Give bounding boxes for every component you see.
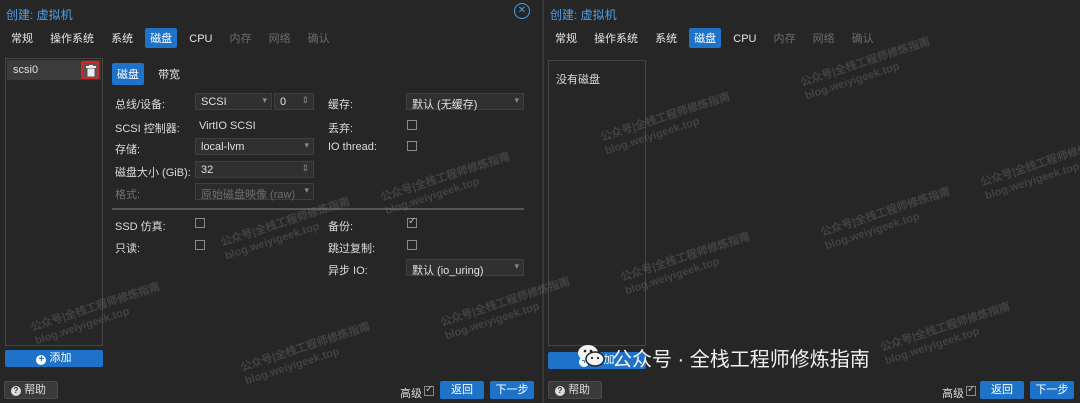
spinner-icon: ⇕ <box>301 95 309 105</box>
wizard-tabs: 常规 操作系统 系统 磁盘 CPU 内存 网络 确认 <box>6 28 339 48</box>
bus-label: 总线/设备: <box>115 99 166 111</box>
skip-replication-label: 跳过复制: <box>328 243 376 255</box>
help-label: 帮助 <box>24 384 47 396</box>
ssd-checkbox[interactable] <box>195 218 205 228</box>
tab-cpu[interactable]: CPU <box>184 31 217 47</box>
bottom-watermark: 公众号 · 全栈工程师修炼指南 <box>578 343 870 372</box>
iothread-checkbox[interactable] <box>407 141 417 151</box>
tab-memory: 内存 <box>773 33 796 45</box>
discard-checkbox[interactable] <box>407 120 417 130</box>
back-button[interactable]: 返回 <box>980 381 1024 399</box>
iothread-label: IO thread: <box>328 141 377 153</box>
bottom-watermark-text: 公众号 · 全栈工程师修炼指南 <box>612 349 870 371</box>
storage-label: 存储: <box>115 144 141 156</box>
advanced-checkbox[interactable] <box>966 384 976 396</box>
help-label: 帮助 <box>568 384 591 396</box>
spinner-icon: ⇕ <box>301 163 309 173</box>
tab-disks[interactable]: 磁盘 <box>689 28 722 48</box>
dialog-title: 创建: 虚拟机 <box>550 8 617 22</box>
back-button[interactable]: 返回 <box>440 381 484 399</box>
discard-label: 丢弃: <box>328 123 354 135</box>
tab-disks[interactable]: 磁盘 <box>145 28 178 48</box>
cache-select[interactable]: 默认 (无缓存) ▾ <box>406 93 524 111</box>
trash-icon <box>86 65 96 77</box>
add-disk-button[interactable]: + 添加 <box>5 350 103 367</box>
tab-system[interactable]: 系统 <box>650 28 682 48</box>
tab-memory: 内存 <box>229 33 252 45</box>
tab-confirm: 确认 <box>851 33 874 45</box>
async-io-value: 默认 (io_uring) <box>412 265 484 277</box>
tab-network: 网络 <box>812 33 835 45</box>
next-button[interactable]: 下一步 <box>1030 381 1074 399</box>
tab-general[interactable]: 常规 <box>550 28 582 48</box>
chevron-down-icon: ▾ <box>514 261 519 271</box>
disk-item-label: scsi0 <box>13 64 39 76</box>
chevron-down-icon: ▾ <box>262 95 267 105</box>
storage-value: local-lvm <box>201 141 245 153</box>
chevron-down-icon: ▾ <box>304 185 309 195</box>
advanced-checkbox[interactable] <box>424 384 434 396</box>
create-vm-dialog-left: 创建: 虚拟机 ✕ 常规 操作系统 系统 磁盘 CPU 内存 网络 确认 scs… <box>0 0 540 403</box>
controller-label: SCSI 控制器: <box>115 123 180 135</box>
subtab-disk[interactable]: 磁盘 <box>112 63 144 85</box>
disk-size-value: 32 <box>201 164 214 176</box>
cache-value: 默认 (无缓存) <box>412 99 478 111</box>
async-io-label: 异步 IO: <box>328 265 368 277</box>
tab-confirm: 确认 <box>307 33 330 45</box>
ssd-label: SSD 仿真: <box>115 221 166 233</box>
format-select: 原始磁盘映像 (raw) ▾ <box>195 183 314 201</box>
tab-cpu[interactable]: CPU <box>728 31 761 47</box>
chevron-down-icon: ▾ <box>304 140 309 150</box>
storage-select[interactable]: local-lvm ▾ <box>195 138 314 155</box>
disk-size-label: 磁盘大小 (GiB): <box>115 167 191 179</box>
help-icon: ? <box>555 386 565 396</box>
close-icon[interactable]: ✕ <box>514 3 530 19</box>
controller-value: VirtIO SCSI <box>199 120 256 132</box>
disk-list-item[interactable]: scsi0 <box>7 60 101 80</box>
wizard-tabs: 常规 操作系统 系统 磁盘 CPU 内存 网络 确认 <box>550 28 883 48</box>
delete-disk-button[interactable] <box>81 61 99 79</box>
tab-os[interactable]: 操作系统 <box>589 28 643 48</box>
advanced-label: 高级 <box>942 388 964 400</box>
add-label: 添加 <box>49 352 72 364</box>
readonly-label: 只读: <box>115 243 141 255</box>
help-icon: ? <box>11 386 21 396</box>
next-button[interactable]: 下一步 <box>490 381 534 399</box>
disk-size-input[interactable]: 32 ⇕ <box>195 161 314 178</box>
skip-replication-checkbox[interactable] <box>407 240 417 250</box>
bus-value: SCSI <box>201 96 227 108</box>
plus-circle-icon: + <box>36 355 47 365</box>
empty-disk-text: 没有磁盘 <box>556 74 600 86</box>
subtab-bandwidth[interactable]: 带宽 <box>153 63 185 85</box>
advanced-label: 高级 <box>400 388 422 400</box>
bus-select[interactable]: SCSI ▾ <box>195 93 272 110</box>
format-label: 格式: <box>115 189 141 201</box>
backup-checkbox[interactable] <box>407 216 417 228</box>
help-button[interactable]: ? 帮助 <box>4 381 58 399</box>
tab-system[interactable]: 系统 <box>106 28 138 48</box>
wechat-icon <box>578 345 605 367</box>
tab-general[interactable]: 常规 <box>6 28 38 48</box>
chevron-down-icon: ▾ <box>514 95 519 105</box>
async-io-select[interactable]: 默认 (io_uring) ▾ <box>406 259 524 277</box>
cache-label: 缓存: <box>328 99 354 111</box>
tab-os[interactable]: 操作系统 <box>45 28 99 48</box>
format-value: 原始磁盘映像 (raw) <box>201 189 296 201</box>
dialog-title: 创建: 虚拟机 <box>6 8 73 22</box>
device-index-value: 0 <box>280 96 287 108</box>
disk-subtabs: 磁盘 带宽 <box>112 63 191 85</box>
tab-network: 网络 <box>268 33 291 45</box>
device-index-spinner[interactable]: 0 ⇕ <box>274 93 314 110</box>
readonly-checkbox[interactable] <box>195 240 205 250</box>
help-button[interactable]: ? 帮助 <box>548 381 602 399</box>
